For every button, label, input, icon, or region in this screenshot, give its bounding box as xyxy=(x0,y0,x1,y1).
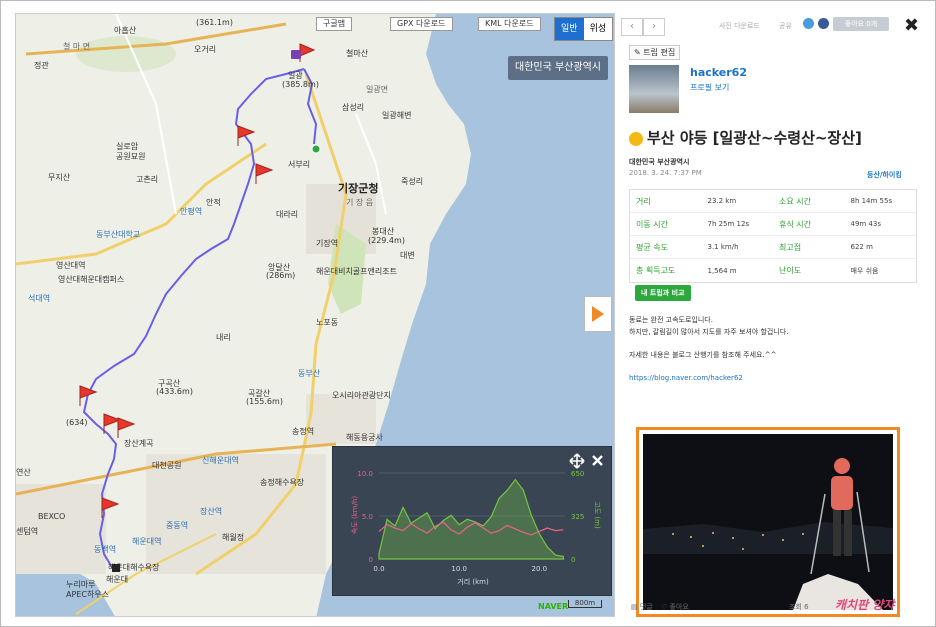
x-tick-label: 20.0 xyxy=(532,565,548,573)
y-axis-label-speed: 속도 (km/h) xyxy=(351,496,359,535)
region-button[interactable]: 대한민국 부산광역시 xyxy=(508,56,608,80)
y2-tick-label: 325 xyxy=(571,513,584,521)
trip-detail-panel: ‹ › 사진 다운로드 공유 좋아요 0개 ✖ ✎ 트립 편집 hacker62… xyxy=(619,13,927,617)
watermark: 캐치판 양쟈 xyxy=(835,598,895,612)
y-tick-label: 5.0 xyxy=(362,513,373,521)
trip-stats-table: 거리 23.2 km 소요 시간 8h 14m 55s 이동 시간 7h 25m 12s 휴… xyxy=(629,189,917,283)
stat-value: 3.1 km/h xyxy=(707,243,739,251)
y2-tick-label: 650 xyxy=(571,470,584,478)
heart-icon: ♡ xyxy=(661,603,670,611)
description-line: 동료는 완전 고속도로입니다. xyxy=(629,316,713,324)
move-icon[interactable] xyxy=(569,453,585,469)
y-axis-label-altitude: 고도 (m) xyxy=(593,501,601,529)
next-trip-button[interactable]: › xyxy=(643,18,665,36)
map-type-toggle: 일반 위성 xyxy=(554,17,614,41)
trip-photo[interactable] xyxy=(636,427,900,617)
pencil-icon: ✎ xyxy=(634,48,644,57)
elevation-chart: 속도 (km/h) 고도 (m) 거리 (km) 0 5.0 10.0 0 325 650… xyxy=(351,470,601,586)
avatar[interactable] xyxy=(629,65,679,113)
gpx-download-button[interactable]: GPX 다운로드 xyxy=(390,17,453,31)
stat-value: 49m 43s xyxy=(850,220,881,228)
twitter-icon[interactable] xyxy=(803,18,814,29)
map-type-satellite[interactable]: 위성 xyxy=(584,18,613,40)
facebook-icon[interactable] xyxy=(818,18,829,29)
stat-label: 이동 시간 xyxy=(636,219,668,229)
stats-row: 총 획득고도 1,564 m 난이도 매우 쉬움 xyxy=(630,259,916,282)
stat-value: 7h 25m 12s xyxy=(707,220,750,228)
stat-value: 622 m xyxy=(850,243,873,251)
likes-button[interactable]: ♡ 좋아요 xyxy=(661,602,689,612)
series-altitude-area xyxy=(378,478,564,560)
comment-icon: ▤ xyxy=(631,603,640,611)
stat-label: 평균 속도 xyxy=(636,242,668,252)
blog-link[interactable]: https://blog.naver.com/hacker62 xyxy=(629,374,743,382)
y-tick-label: 10.0 xyxy=(357,470,373,478)
map-scale: 800m xyxy=(568,600,602,608)
close-chart-icon[interactable] xyxy=(591,454,604,467)
category-icon xyxy=(629,131,643,146)
window-frame: 철 마 면 (361.1m) 아홉산 오거리 정관 철마산 일광 (385.8m… xyxy=(0,0,936,627)
stat-label: 거리 xyxy=(636,196,651,206)
stats-row: 평균 속도 3.1 km/h 최고점 622 m xyxy=(630,236,916,259)
kml-download-button[interactable]: KML 다운로드 xyxy=(478,17,541,31)
compare-trip-button[interactable]: 내 트립과 비교 xyxy=(635,285,691,301)
naver-logo: NAVER xyxy=(538,602,569,611)
trip-location: 대한민국 부산광역시 xyxy=(629,158,690,166)
stat-label: 휴식 시간 xyxy=(779,219,811,229)
trip-date: 2018. 3. 24. 7:37 PM xyxy=(629,169,702,177)
stats-row: 이동 시간 7h 25m 12s 휴식 시간 49m 43s xyxy=(630,213,916,236)
like-button[interactable]: 좋아요 0개 xyxy=(833,17,889,31)
map-view[interactable]: 철 마 면 (361.1m) 아홉산 오거리 정관 철마산 일광 (385.8m… xyxy=(15,13,615,617)
elevation-chart-panel: 속도 (km/h) 고도 (m) 거리 (km) 0 5.0 10.0 0 325 650… xyxy=(332,446,612,596)
y2-tick-label: 0 xyxy=(571,556,575,564)
panel-footer: ▤ 댓글 ♡ 좋아요 조회 6 캐치판 양쟈 xyxy=(619,598,927,617)
stat-value: 8h 14m 55s xyxy=(850,197,893,205)
map-type-normal[interactable]: 일반 xyxy=(555,18,584,40)
stat-label: 총 획득고도 xyxy=(636,266,676,275)
close-panel-button[interactable]: ✖ xyxy=(904,15,919,36)
trip-edit-button[interactable]: ✎ 트립 편집 xyxy=(629,45,681,60)
play-arrow-icon xyxy=(592,306,604,322)
stat-value: 매우 쉬움 xyxy=(850,266,879,275)
description-line: 하지만, 갈림길이 많아서 지도를 자주 보셔야 할겁니다. xyxy=(629,328,789,336)
trip-title: 부산 야등 [일광산~수령산~장산] xyxy=(629,127,862,148)
y-tick-label: 0 xyxy=(369,556,373,564)
trip-photo-image xyxy=(643,434,893,610)
trip-category[interactable]: 등산/하이킹 xyxy=(867,170,902,180)
google-map-button[interactable]: 구글맵 xyxy=(316,17,353,31)
x-tick-label: 0.0 xyxy=(373,565,384,573)
stats-row: 거리 23.2 km 소요 시간 8h 14m 55s xyxy=(630,190,916,213)
stat-value: 1,564 m xyxy=(707,266,737,275)
description-line: 자세한 내용은 블로그 산행기를 참조해 주세요.^^ xyxy=(629,351,777,359)
share-link[interactable]: 공유 xyxy=(779,21,792,31)
view-count: 조회 6 xyxy=(789,603,809,611)
stat-label: 난이도 xyxy=(779,266,802,275)
stat-value: 23.2 km xyxy=(707,197,737,205)
prev-trip-button[interactable]: ‹ xyxy=(621,18,643,36)
stat-label: 소요 시간 xyxy=(779,196,811,206)
comments-button[interactable]: ▤ 댓글 xyxy=(631,602,653,612)
username[interactable]: hacker62 xyxy=(690,66,747,79)
profile-link[interactable]: 프로필 보기 xyxy=(690,82,729,93)
stat-label: 최고점 xyxy=(779,242,802,252)
expand-panel-button[interactable] xyxy=(584,296,612,332)
x-tick-label: 10.0 xyxy=(451,565,467,573)
x-axis-label: 거리 (km) xyxy=(457,577,489,586)
photo-download-link[interactable]: 사진 다운로드 xyxy=(719,21,760,31)
